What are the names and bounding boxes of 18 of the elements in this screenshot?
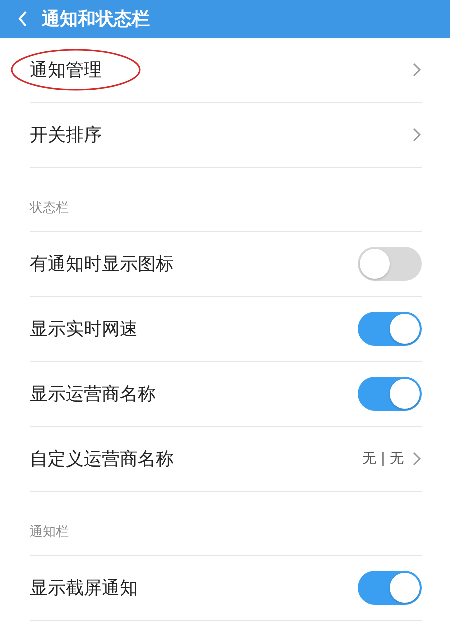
section-title: 状态栏 [30,200,69,217]
chevron-right-icon [412,451,422,467]
toggle-switch[interactable] [358,571,422,605]
toggle-switch[interactable] [358,312,422,346]
back-icon[interactable] [18,10,28,28]
setting-label: 显示实时网速 [30,318,138,341]
setting-label: 有通知时显示图标 [30,253,174,276]
setting-label: 显示截屏通知 [30,577,138,600]
setting-label: 显示运营商名称 [30,383,156,406]
settings-item[interactable]: 开关排序 [30,123,102,147]
chevron-right-icon [412,62,422,78]
section-title: 通知栏 [30,524,69,541]
chevron-right-icon [412,127,422,143]
screen-title: 通知和状态栏 [42,8,150,31]
item-value: 无 | 无 [362,450,404,468]
toggle-switch[interactable] [358,247,422,281]
toggle-switch[interactable] [358,377,422,411]
settings-item[interactable]: 自定义运营商名称 [30,447,174,471]
